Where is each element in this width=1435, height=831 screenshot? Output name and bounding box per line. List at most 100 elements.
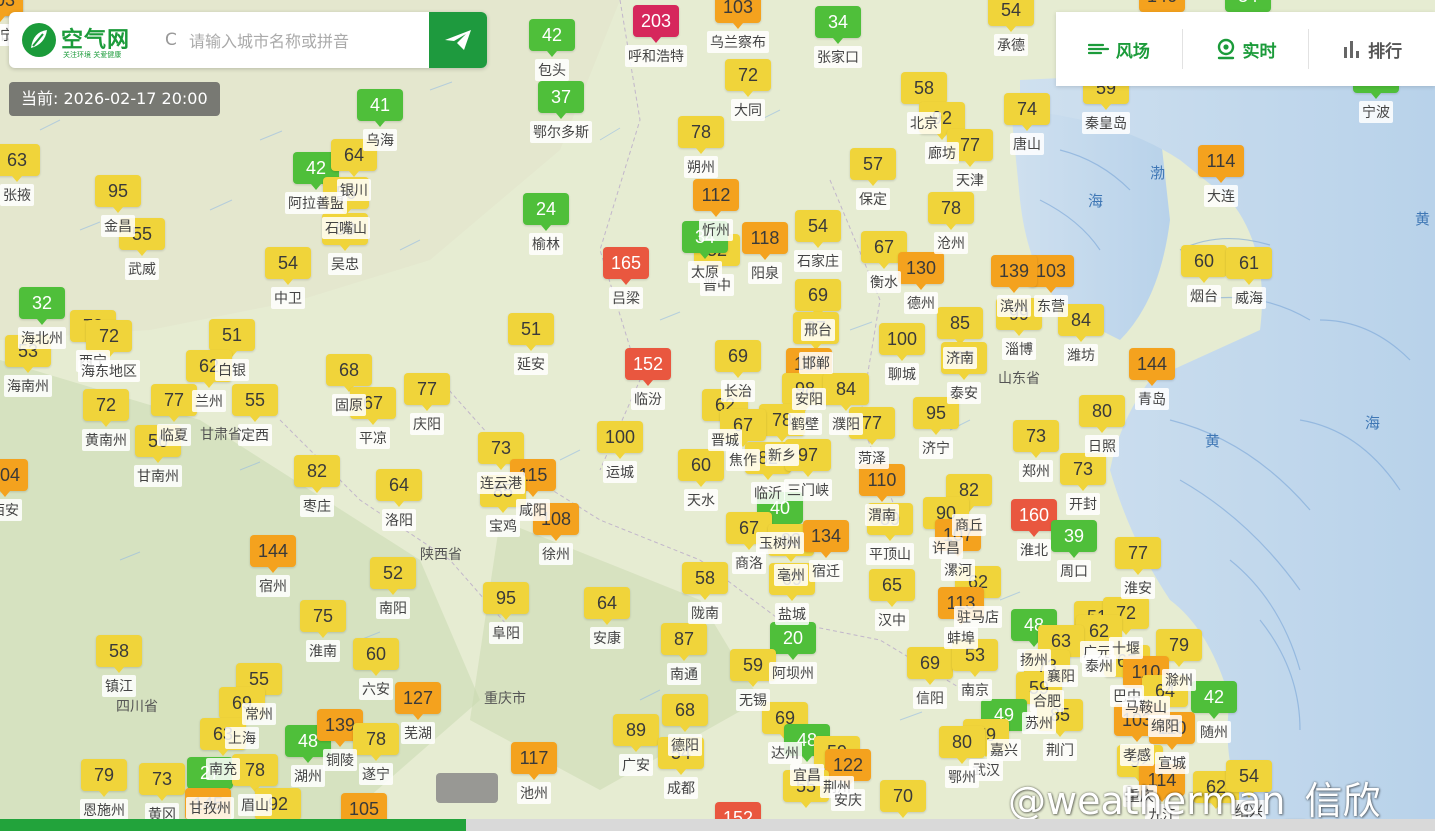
aqi-marker[interactable]: 32 [19,287,65,325]
aqi-marker[interactable]: 139 [991,255,1037,293]
city-label: 庆阳 [410,413,444,435]
aqi-marker[interactable]: 64 [376,469,422,507]
aqi-marker[interactable]: 114 [1198,145,1244,183]
aqi-marker[interactable]: 37 [538,81,584,119]
city-search-input[interactable] [187,26,431,56]
aqi-marker[interactable]: 144 [250,535,296,573]
aqi-marker[interactable]: 146 [1139,0,1185,18]
search-button[interactable] [429,12,487,68]
aqi-marker[interactable]: 69 [715,340,761,378]
city-label: 榆林 [529,233,563,255]
aqi-marker[interactable]: 73 [139,763,185,801]
aqi-marker[interactable]: 203 [633,5,679,43]
aqi-marker[interactable]: 73 [1013,420,1059,458]
aqi-marker[interactable]: 58 [901,72,947,110]
aqi-marker[interactable]: 152 [625,348,671,386]
aqi-marker[interactable]: 80 [939,726,985,764]
aqi-marker[interactable]: 127 [395,682,441,720]
aqi-marker[interactable]: 51 [209,319,255,357]
city-label: 三门峡 [784,479,832,501]
aqi-marker[interactable]: 117 [511,742,557,780]
aqi-marker[interactable]: 69 [795,279,841,317]
aqi-marker[interactable]: 34 [1225,0,1271,18]
aqi-marker[interactable]: 77 [151,384,197,422]
aqi-marker[interactable]: 103 [715,0,761,29]
aqi-marker[interactable]: 68 [662,694,708,732]
city-label: 汉中 [875,609,909,631]
aqi-marker[interactable]: 54 [795,210,841,248]
aqi-marker[interactable]: 57 [850,148,896,186]
aqi-marker[interactable]: 61 [1226,247,1272,285]
city-label: 甘孜州 [186,797,234,819]
aqi-marker[interactable]: 72 [725,59,771,97]
aqi-marker[interactable]: 73 [1060,453,1106,491]
aqi-marker[interactable]: 89 [613,714,659,752]
city-label: 固原 [332,394,366,416]
nav-ranking[interactable]: 排行 [1309,29,1435,69]
city-label: 合肥 [1030,690,1064,712]
aqi-marker[interactable]: 58 [96,635,142,673]
aqi-marker[interactable]: 20 [770,622,816,660]
aqi-marker[interactable]: 134 [803,520,849,558]
timeline-bar[interactable] [0,819,1435,831]
aqi-marker[interactable]: 58 [682,562,728,600]
aqi-marker[interactable]: 130 [898,252,944,290]
aqi-marker[interactable]: 24 [523,193,569,231]
city-label: 朔州 [684,156,718,178]
city-label: 恩施州 [80,799,128,821]
aqi-marker[interactable]: 65 [869,569,915,607]
timeline-handle[interactable] [436,773,498,803]
city-label: 洛阳 [382,509,416,531]
aqi-marker[interactable]: 95 [483,582,529,620]
aqi-marker[interactable]: 41 [357,89,403,127]
aqi-marker[interactable]: 42 [529,19,575,57]
aqi-marker[interactable]: 34 [815,6,861,44]
city-label: 铜陵 [323,749,357,771]
aqi-marker[interactable]: 42 [1191,681,1237,719]
nav-realtime[interactable]: 实时 [1183,29,1310,69]
aqi-marker[interactable]: 104 [0,459,28,497]
aqi-marker[interactable]: 112 [693,179,739,217]
aqi-marker[interactable]: 80 [1079,395,1125,433]
aqi-marker[interactable]: 54 [265,247,311,285]
city-label: 鄂州 [945,766,979,788]
aqi-marker[interactable]: 78 [928,192,974,230]
aqi-marker[interactable]: 79 [81,759,127,797]
aqi-marker[interactable]: 165 [603,247,649,285]
aqi-marker[interactable]: 54 [988,0,1034,32]
aqi-marker[interactable]: 39 [1051,520,1097,558]
aqi-marker[interactable]: 78 [678,116,724,154]
aqi-marker[interactable]: 64 [584,587,630,625]
aqi-marker[interactable]: 100 [597,421,643,459]
aqi-marker[interactable]: 144 [1129,348,1175,386]
aqi-marker[interactable]: 100 [879,323,925,361]
aqi-marker[interactable]: 72 [83,389,129,427]
aqi-marker[interactable]: 118 [742,222,788,260]
aqi-marker[interactable]: 95 [95,175,141,213]
aqi-marker[interactable]: 77 [404,373,450,411]
aqi-marker[interactable]: 82 [294,455,340,493]
aqi-marker[interactable]: 74 [1004,93,1050,131]
aqi-marker[interactable]: 60 [353,638,399,676]
aqi-marker[interactable]: 70 [880,780,926,818]
aqi-marker[interactable]: 52 [370,557,416,595]
aqi-marker[interactable]: 75 [300,600,346,638]
aqi-marker[interactable]: 68 [326,354,372,392]
aqi-marker[interactable]: 63 [0,144,40,182]
nav-wind-field[interactable]: 风场 [1056,29,1183,69]
aqi-marker[interactable]: 84 [823,373,869,411]
aqi-marker[interactable]: 77 [1115,537,1161,575]
aqi-marker[interactable]: 85 [937,307,983,345]
site-logo[interactable]: 空气网 关注环境 关爱健康 [21,20,156,60]
aqi-marker[interactable]: 60 [678,449,724,487]
aqi-map[interactable]: 2031033442377254597841425658927774114571… [0,0,1435,831]
aqi-marker[interactable]: 69 [907,647,953,685]
city-label: 金昌 [101,215,135,237]
aqi-marker[interactable]: 78 [353,723,399,761]
aqi-marker[interactable]: 87 [661,623,707,661]
aqi-marker[interactable]: 60 [1181,245,1227,283]
aqi-marker[interactable]: 72 [86,320,132,358]
aqi-marker[interactable]: 51 [508,313,554,351]
aqi-marker[interactable]: 55 [232,384,278,422]
rank-icon [1344,41,1360,58]
